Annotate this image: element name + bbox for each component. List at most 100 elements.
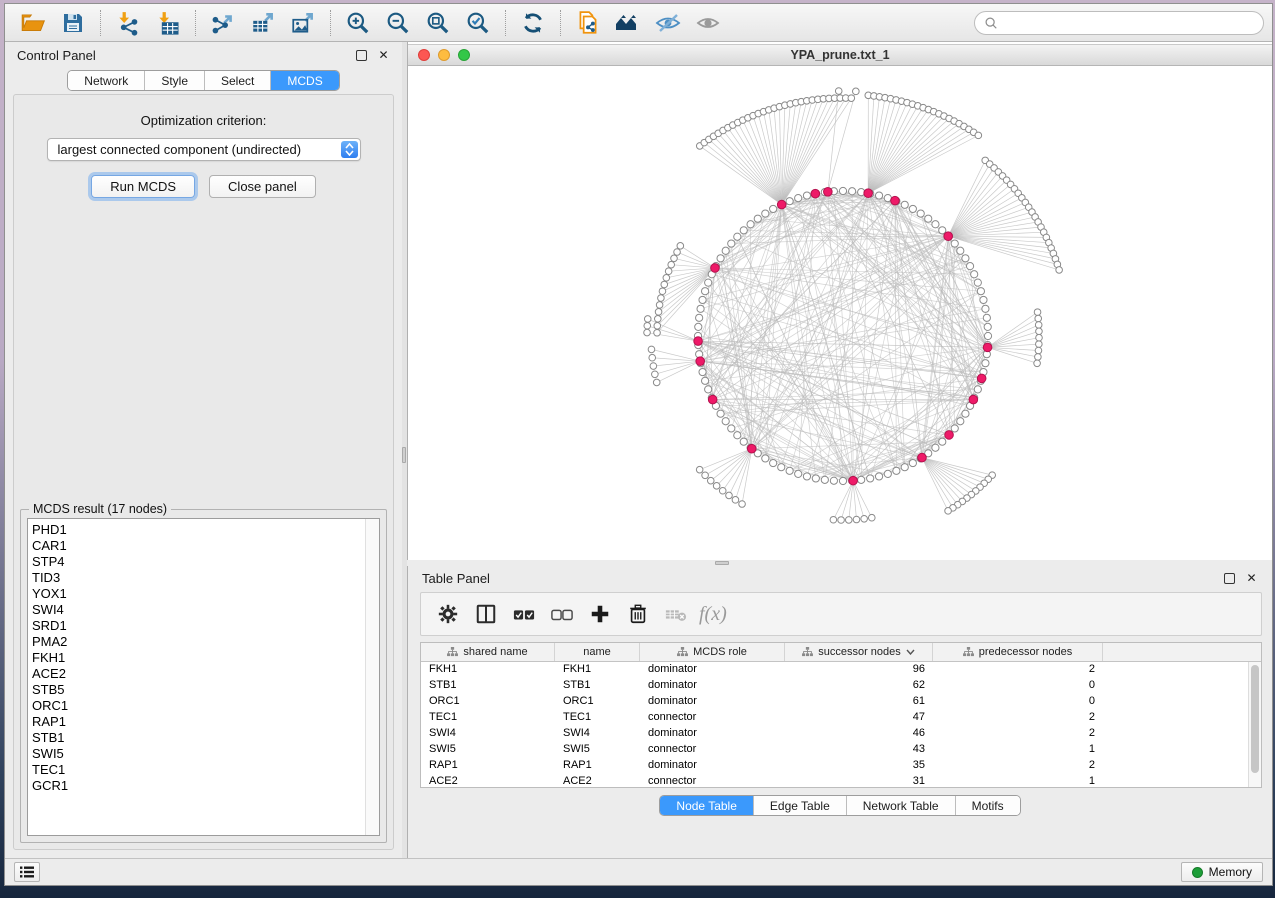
table-cell[interactable]: RAP1 [421, 758, 555, 774]
table-cell[interactable]: 96 [785, 662, 933, 678]
network-node[interactable] [893, 467, 900, 474]
close-panel-icon[interactable]: ✕ [377, 49, 390, 62]
zoom-fit-button[interactable] [418, 7, 458, 39]
close-window-icon[interactable] [418, 49, 430, 61]
network-node[interactable] [661, 281, 668, 288]
table-cell[interactable]: dominator [640, 694, 785, 710]
network-node[interactable] [644, 316, 651, 323]
network-node[interactable] [654, 315, 661, 322]
table-cell[interactable]: 1 [933, 774, 1103, 788]
table-row[interactable]: STB1STB1dominator620 [421, 678, 1261, 694]
mcds-hub-node[interactable] [891, 196, 900, 205]
network-node[interactable] [845, 517, 852, 524]
import-table-button[interactable] [148, 7, 188, 39]
import-network-button[interactable] [108, 7, 148, 39]
mcds-hub-node[interactable] [696, 357, 705, 366]
mcds-result-list[interactable]: PHD1CAR1STP4TID3YOX1SWI4SRD1PMA2FKH1ACE2… [27, 518, 380, 836]
mcds-result-item[interactable]: CAR1 [32, 538, 379, 554]
network-node[interactable] [695, 323, 702, 330]
network-node[interactable] [1035, 354, 1042, 361]
network-node[interactable] [1056, 267, 1063, 274]
table-cell[interactable]: 2 [933, 710, 1103, 726]
network-node[interactable] [677, 243, 684, 250]
zoom-out-button[interactable] [378, 7, 418, 39]
table-row[interactable]: RAP1RAP1dominator352 [421, 758, 1261, 774]
network-node[interactable] [971, 271, 978, 278]
network-node[interactable] [835, 88, 842, 95]
search-box[interactable] [974, 11, 1264, 35]
table-cell[interactable]: 47 [785, 710, 933, 726]
mcds-result-item[interactable]: PHD1 [32, 522, 379, 538]
table-cell[interactable]: 1 [933, 742, 1103, 758]
minimize-window-icon[interactable] [438, 49, 450, 61]
network-node[interactable] [786, 467, 793, 474]
network-node[interactable] [740, 438, 747, 445]
tab-network[interactable]: Network [68, 71, 145, 90]
mcds-hub-node[interactable] [711, 264, 720, 273]
network-view-titlebar[interactable]: YPA_prune.txt_1 [408, 44, 1272, 66]
network-node[interactable] [901, 464, 908, 471]
mcds-result-item[interactable]: SWI4 [32, 602, 379, 618]
network-node[interactable] [1035, 315, 1042, 322]
function-builder-button[interactable]: f(x) [699, 603, 727, 626]
network-node[interactable] [838, 517, 845, 524]
network-node[interactable] [701, 377, 708, 384]
network-node[interactable] [734, 233, 741, 240]
mcds-result-item[interactable]: FKH1 [32, 650, 379, 666]
network-node[interactable] [983, 314, 990, 321]
network-node[interactable] [697, 305, 704, 312]
network-node[interactable] [658, 295, 665, 302]
network-node[interactable] [821, 476, 828, 483]
table-scrollbar[interactable] [1248, 662, 1261, 787]
table-cell[interactable]: dominator [640, 726, 785, 742]
criterion-dropdown[interactable]: largest connected component (undirected) [47, 138, 361, 161]
delete-column-button[interactable] [621, 597, 655, 631]
table-cell[interactable]: STB1 [555, 678, 640, 694]
mcds-hub-node[interactable] [694, 337, 703, 346]
mcds-hub-node[interactable] [849, 476, 858, 485]
float-panel-icon[interactable] [1224, 573, 1235, 584]
network-node[interactable] [861, 515, 868, 522]
table-cell[interactable]: 35 [785, 758, 933, 774]
table-cell[interactable]: dominator [640, 662, 785, 678]
table-cell[interactable]: SWI4 [555, 726, 640, 742]
network-node[interactable] [671, 255, 678, 262]
network-node[interactable] [977, 288, 984, 295]
table-cell[interactable]: 62 [785, 678, 933, 694]
mcds-result-item[interactable]: STB5 [32, 682, 379, 698]
network-node[interactable] [812, 475, 819, 482]
close-panel-button[interactable]: Close panel [209, 175, 316, 198]
network-node[interactable] [982, 305, 989, 312]
memory-button[interactable]: Memory [1181, 862, 1263, 882]
tab-network-table[interactable]: Network Table [847, 796, 956, 815]
mcds-result-item[interactable]: ORC1 [32, 698, 379, 714]
network-node[interactable] [925, 215, 932, 222]
network-node[interactable] [644, 329, 651, 336]
network-node[interactable] [705, 279, 712, 286]
network-node[interactable] [1036, 341, 1043, 348]
table-cell[interactable]: FKH1 [555, 662, 640, 678]
show-all-button[interactable] [688, 7, 728, 39]
export-table-button[interactable] [243, 7, 283, 39]
table-cell[interactable]: dominator [640, 758, 785, 774]
tab-edge-table[interactable]: Edge Table [754, 796, 847, 815]
column-header-predecessor-nodes[interactable]: predecessor nodes [933, 643, 1103, 661]
network-node[interactable] [713, 483, 720, 490]
network-node[interactable] [668, 261, 675, 268]
table-row[interactable]: ORC1ORC1dominator610 [421, 694, 1261, 710]
mcds-result-item[interactable]: SWI5 [32, 746, 379, 762]
mcds-list-scrollbar[interactable] [365, 519, 379, 835]
network-node[interactable] [875, 473, 882, 480]
network-node[interactable] [848, 95, 855, 102]
hide-selected-button[interactable] [648, 7, 688, 39]
network-node[interactable] [884, 470, 891, 477]
network-node[interactable] [699, 296, 706, 303]
network-node[interactable] [722, 418, 729, 425]
network-node[interactable] [754, 215, 761, 222]
table-cell[interactable]: 31 [785, 774, 933, 788]
network-node[interactable] [653, 379, 660, 386]
network-node[interactable] [917, 210, 924, 217]
mcds-result-item[interactable]: PMA2 [32, 634, 379, 650]
column-header-successor-nodes[interactable]: successor nodes [785, 643, 933, 661]
table-cell[interactable]: connector [640, 774, 785, 788]
